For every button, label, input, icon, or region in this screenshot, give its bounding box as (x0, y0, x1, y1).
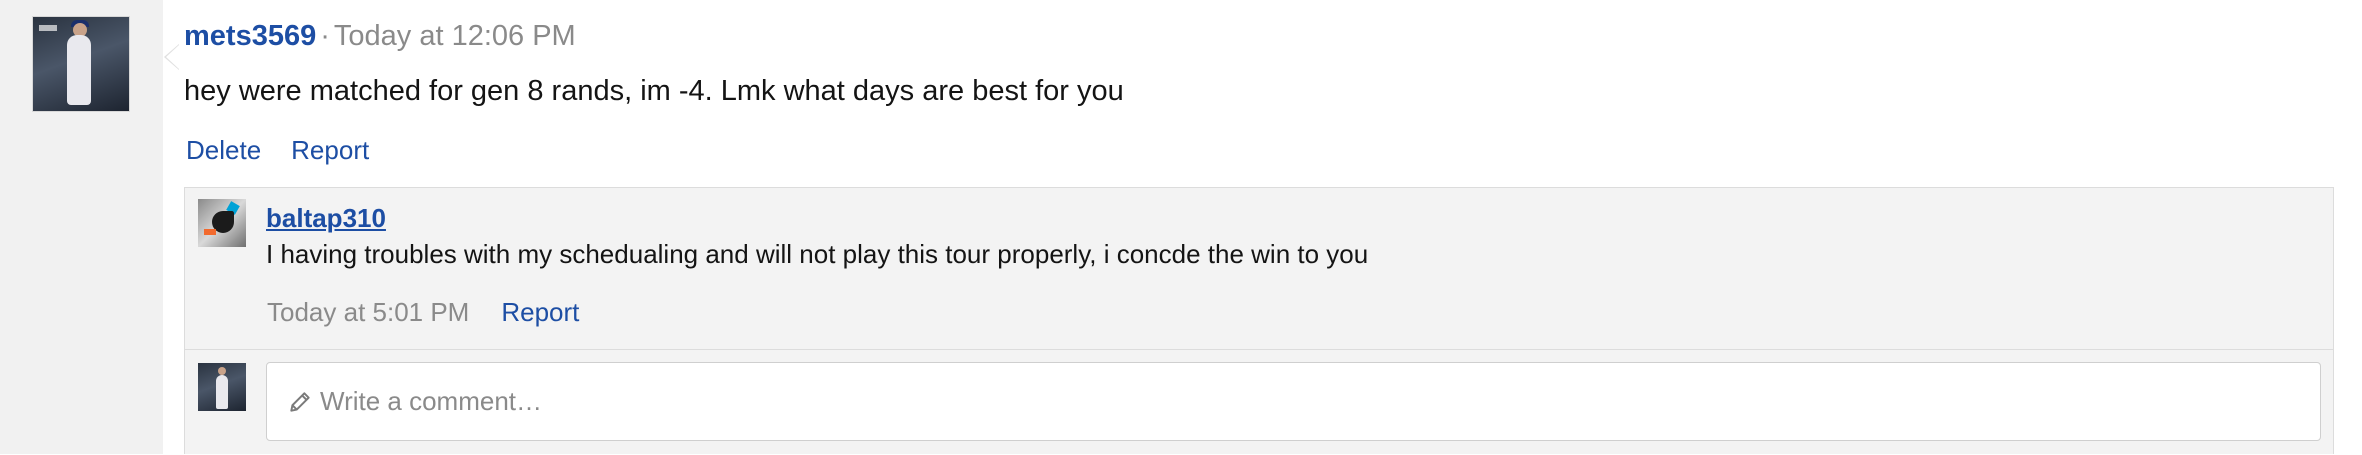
avatar-player (216, 375, 228, 409)
pencil-icon (290, 392, 310, 412)
header-separator: · (320, 20, 330, 52)
comments-section: baltap310 I having troubles with my sche… (184, 187, 2334, 454)
delete-link[interactable]: Delete (186, 135, 261, 165)
comment-composer (185, 350, 2333, 455)
author-avatar[interactable] (33, 17, 129, 111)
reply-message: I having troubles with my schedualing an… (266, 239, 1369, 269)
message-pointer (164, 44, 179, 70)
comment-input[interactable] (320, 363, 2310, 440)
comment-box[interactable] (266, 362, 2321, 441)
reply-timestamp[interactable]: Today at 5:01 PM (267, 297, 469, 327)
author-username[interactable]: mets3569 (184, 20, 316, 52)
composer-avatar (198, 363, 246, 411)
reply-username[interactable]: baltap310 (266, 202, 386, 234)
reply-comment: baltap310 I having troubles with my sche… (185, 188, 2333, 350)
avatar-accent (204, 229, 216, 235)
reply-avatar[interactable] (198, 199, 246, 247)
post-message: hey were matched for gen 8 rands, im -4.… (184, 75, 1124, 107)
post-actions: Delete Report (186, 134, 399, 166)
reply-report-link[interactable]: Report (501, 297, 579, 327)
avatar-head (218, 367, 226, 375)
reply-meta: Today at 5:01 PM Report (267, 296, 579, 328)
stadium-light (39, 25, 57, 31)
post-header: mets3569 · Today at 12:06 PM (184, 18, 576, 54)
post-timestamp[interactable]: Today at 12:06 PM (334, 20, 576, 52)
report-link[interactable]: Report (291, 135, 369, 165)
avatar-player (67, 35, 91, 105)
